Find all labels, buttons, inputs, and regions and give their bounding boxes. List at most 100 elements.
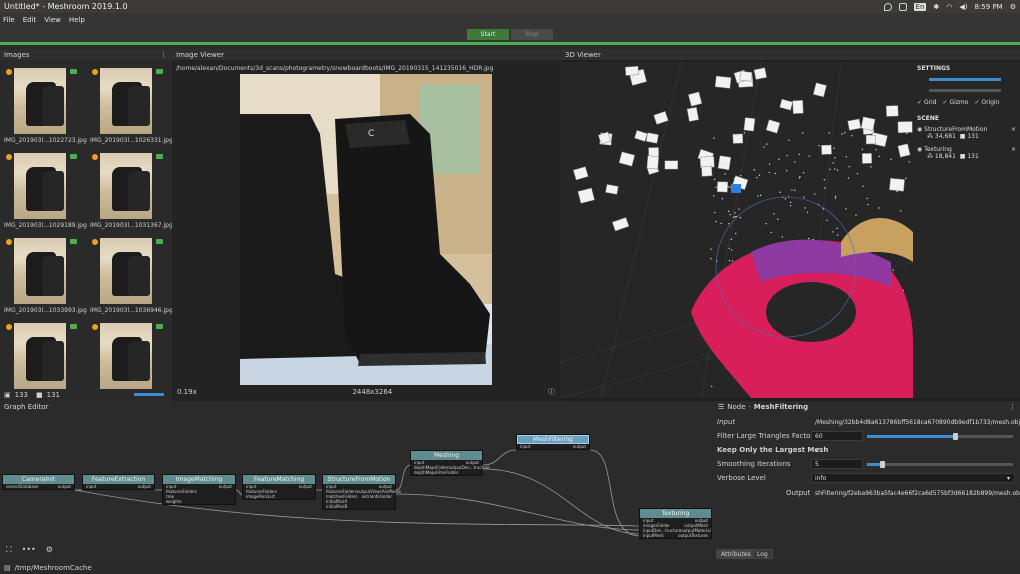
image-thumbnail[interactable]: IMG_201903l...1026331.jpg [86, 67, 173, 152]
point-cloud-dot [855, 214, 857, 216]
cache-path[interactable]: /tmp/MeshroomCache [15, 564, 92, 572]
point-cloud-dot [861, 148, 864, 151]
gear-icon[interactable]: ⚙ [1010, 3, 1016, 11]
point-cloud-dot [868, 137, 871, 140]
volume-icon[interactable]: ◀) [959, 3, 967, 11]
output-port[interactable]: extraInfoFolder [362, 494, 392, 499]
filter-large-triangles-field[interactable]: 60 [811, 431, 863, 441]
input-port[interactable]: imagePairsList [246, 494, 275, 499]
input-value[interactable]: /Meshing/32bb4d8a613786bff5618ca670890db… [811, 417, 1020, 427]
point-cloud-dot [713, 178, 716, 181]
smoothing-iterations-field[interactable]: 5 [811, 459, 863, 469]
point-cloud-dot [844, 132, 846, 134]
location-icon[interactable] [883, 2, 892, 11]
image-thumbnail[interactable]: IMG_201903l...1036946.jpg [86, 237, 173, 322]
filter-slider-knob[interactable] [952, 433, 958, 440]
eye-icon[interactable]: ◉ [917, 146, 922, 153]
output-port[interactable]: output [573, 444, 586, 449]
camera-scale-slider[interactable] [929, 89, 1001, 92]
tab-log[interactable]: Log [752, 549, 773, 559]
input-port[interactable]: weights [166, 499, 182, 504]
image-viewer-footer: 0.19x 2448x3264 ⓘ [172, 386, 560, 398]
graph-node-imagematching[interactable]: ImageMatching input output featuresFolders t… [162, 474, 236, 505]
menu-edit[interactable]: Edit [23, 16, 37, 24]
dropbox-icon[interactable] [898, 2, 907, 11]
camera-badge-icon [70, 154, 77, 159]
camera-frustum [717, 155, 732, 171]
point-cloud-dot [724, 173, 726, 175]
input-port[interactable]: input [520, 444, 530, 449]
camera-badge-icon [70, 324, 77, 329]
menu-file[interactable]: File [3, 16, 15, 24]
tab-attributes[interactable]: Attributes [716, 549, 756, 559]
gizmo-toggle[interactable]: ✓ Gizmo [943, 99, 969, 106]
eye-icon[interactable]: ◉ [917, 126, 922, 133]
camera-frustum [889, 177, 905, 192]
clock[interactable]: 8:59 PM [975, 3, 1003, 11]
thumbnail-size-slider[interactable] [134, 393, 164, 396]
output-value[interactable]: shFiltering/f2eba963ba5fac4e66f2ca6d575b… [811, 488, 1020, 498]
node-menu-icon[interactable]: ⋮ [1009, 403, 1016, 411]
point-cloud-dot [836, 169, 839, 171]
grid-toggle[interactable]: ✓ Grid [917, 99, 937, 106]
menu-view[interactable]: View [44, 16, 61, 24]
graph-node-featurematching[interactable]: FeatureMatching input output featuresFolder… [242, 474, 316, 500]
smoothing-iterations-slider[interactable] [867, 463, 1013, 466]
info-icon[interactable]: ⓘ [548, 387, 555, 397]
image-thumbnail[interactable]: IMG_201903l...1022723.jpg [0, 67, 87, 152]
point-cloud-dot [870, 166, 872, 168]
status-dot-icon [92, 324, 98, 330]
start-button[interactable]: Start [467, 28, 509, 40]
point-size-slider[interactable] [929, 78, 1001, 81]
image-thumbnail[interactable]: IMG_201903l...1029189.jpg [0, 152, 87, 237]
image-thumbnail[interactable]: IMG_201903l...1033993.jpg [0, 237, 87, 322]
stop-button[interactable]: Stop [511, 28, 553, 40]
scene-item[interactable]: ◉ StructureFromMotion × ⁂ 34,681 ■ 131 [913, 126, 1020, 146]
fit-view-icon[interactable]: ⛶ [6, 545, 12, 555]
graph-node-meshfiltering[interactable]: MeshFiltering input output [516, 434, 590, 450]
bluetooth-icon[interactable]: ✱ [933, 3, 939, 11]
close-icon[interactable]: × [1011, 146, 1016, 153]
keep-largest-mesh-checkbox[interactable]: ✓ [815, 446, 821, 454]
more-icon[interactable]: ••• [22, 545, 36, 555]
wifi-icon[interactable]: ◠ [946, 3, 952, 11]
thumbnail-image [14, 323, 66, 389]
main-image[interactable]: C [240, 74, 492, 385]
graph-node-camerainit[interactable]: CameraInit sensorDatabase output [2, 474, 75, 490]
verbose-level-select[interactable]: info ▾ [811, 473, 1015, 483]
thumbnail-label: IMG_201903l...1033993.jpg [4, 307, 87, 314]
graph-node-meshing[interactable]: Meshing input output depthMapsFolder outputD… [410, 450, 490, 476]
graph-node-sfm[interactable]: StructureFromMotion input output featuresFo… [322, 474, 401, 510]
output-port[interactable]: output [219, 484, 232, 489]
output-port[interactable]: output [138, 484, 151, 489]
image-thumbnail[interactable]: IMG_201903l...1031367.jpg [86, 152, 173, 237]
input-port[interactable]: inputMesh [643, 533, 664, 538]
camera-frustum [645, 132, 659, 144]
viewer-3d-canvas[interactable] [561, 62, 913, 398]
point-cloud-dot [727, 186, 729, 188]
output-port[interactable]: output [299, 484, 312, 489]
input-port[interactable]: input [86, 484, 96, 489]
keyboard-layout[interactable]: En [913, 2, 927, 11]
menu-help[interactable]: Help [69, 16, 85, 24]
more-options-icon[interactable]: ⋮ [160, 51, 167, 59]
close-icon[interactable]: × [1011, 126, 1016, 133]
point-cloud-dot [729, 213, 731, 216]
input-port[interactable]: depthMapsFilterFolder [414, 470, 458, 475]
output-port[interactable]: outputTextures [678, 533, 708, 538]
camera-frustum [821, 144, 832, 155]
camera-frustum [861, 153, 872, 164]
output-port[interactable]: output [58, 484, 71, 489]
input-port[interactable]: initialPairB [326, 504, 347, 509]
graph-settings-icon[interactable]: ⚙ [46, 545, 53, 555]
graph-node-featureextraction[interactable]: FeatureExtraction input output [82, 474, 155, 490]
input-port[interactable]: sensorDatabase [6, 484, 38, 489]
graph-node-texturing[interactable]: Texturing input output imagesFolder outputMe… [639, 508, 712, 539]
camera-frustum [646, 155, 659, 170]
smoothing-slider-knob[interactable] [879, 461, 885, 468]
scene-item-points: 18,841 [934, 153, 956, 160]
origin-toggle[interactable]: ✓ Origin [974, 99, 999, 106]
status-dot-icon [6, 324, 12, 330]
scene-item[interactable]: ◉ Texturing × ⁂ 18,841 ■ 131 [913, 146, 1020, 166]
toolbar: Start Stop [0, 26, 1020, 42]
